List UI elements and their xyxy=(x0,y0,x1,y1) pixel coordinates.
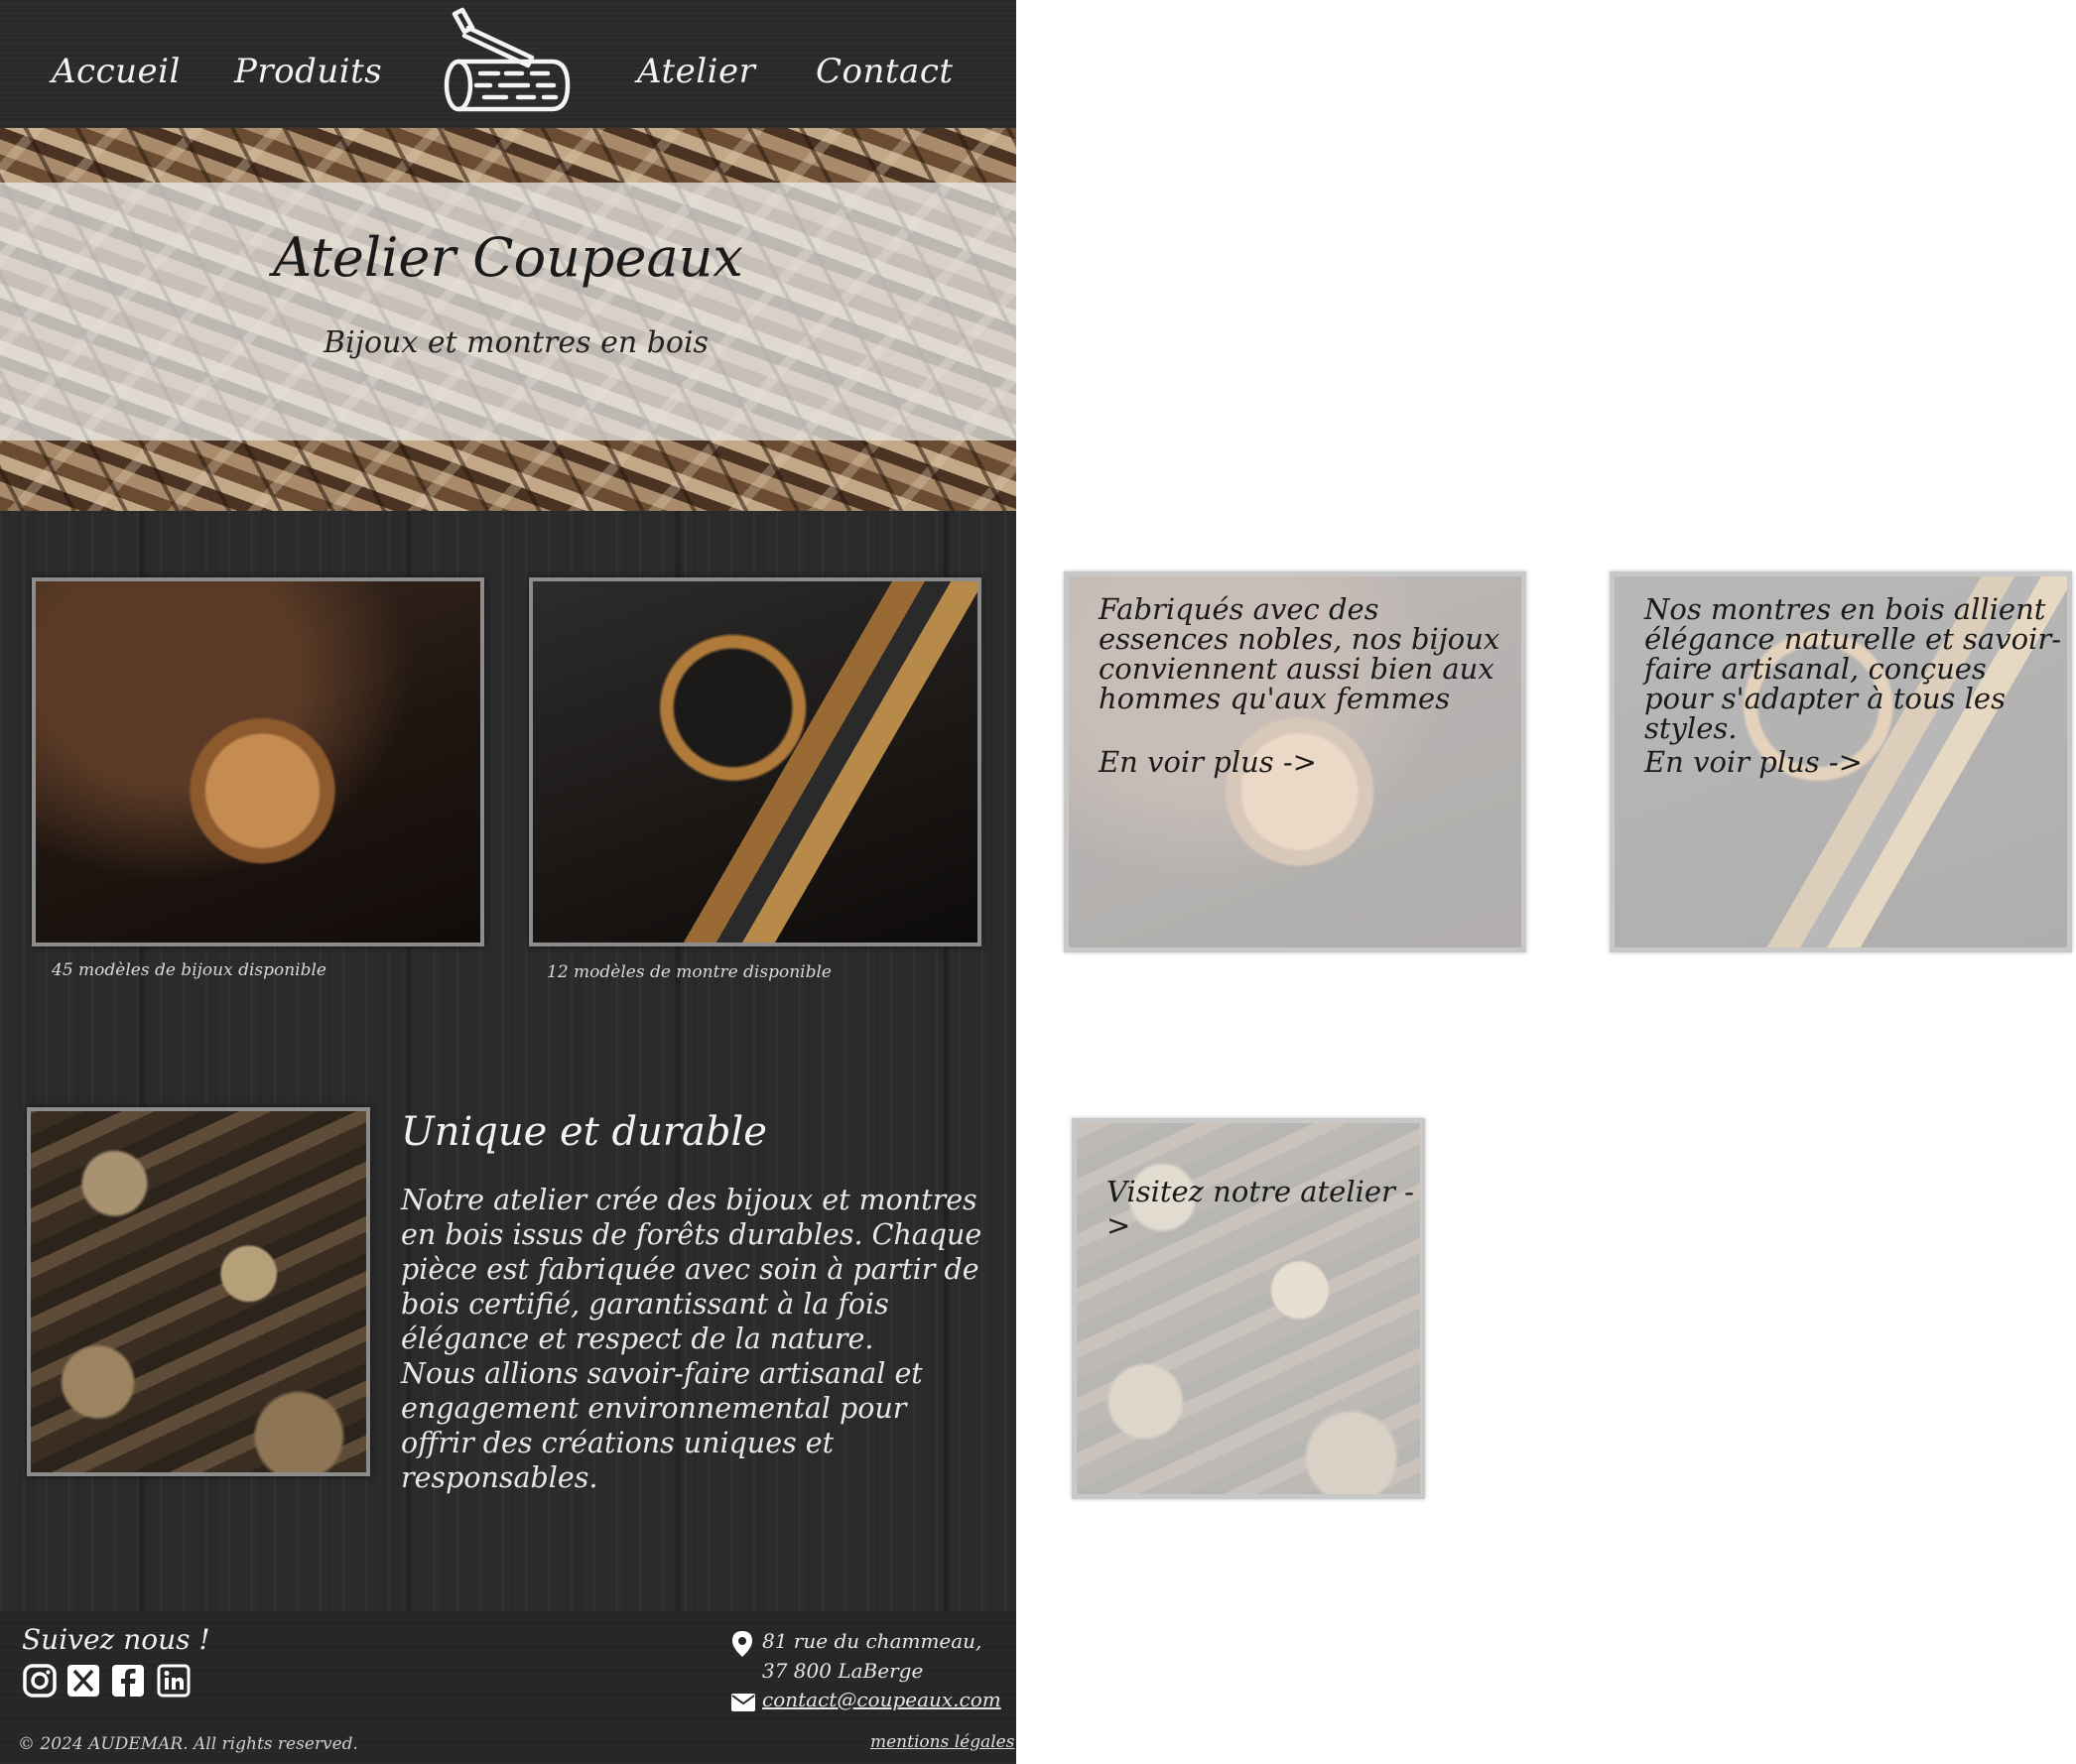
facebook-icon[interactable] xyxy=(111,1664,145,1698)
watch-count-caption: 12 modèles de montre disponible xyxy=(547,962,832,982)
section-paragraph-2: Nous allions savoir-faire artisanal et e… xyxy=(401,1357,923,1494)
follow-us-label: Suivez nous ! xyxy=(22,1623,210,1656)
address-line-2: 37 800 LaBerge xyxy=(762,1659,924,1683)
section-title: Unique et durable xyxy=(401,1109,767,1155)
jewelry-card-text: Fabriqués avec des essences nobles, nos … xyxy=(1099,592,1500,715)
visit-workshop-link[interactable]: Visitez notre atelier -> xyxy=(1106,1175,1420,1242)
location-pin-icon xyxy=(732,1631,752,1657)
jewelry-see-more-link[interactable]: En voir plus -> xyxy=(1099,745,1317,779)
watch-card-text: Nos montres en bois allient élégance nat… xyxy=(1644,592,2061,745)
x-icon[interactable] xyxy=(66,1664,100,1698)
nav-link-produits[interactable]: Produits xyxy=(234,52,382,91)
jewelry-count-caption: 45 modèles de bijoux disponible xyxy=(52,960,326,980)
jewelry-hover-card[interactable]: Fabriqués avec des essences nobles, nos … xyxy=(1064,571,1526,952)
section-paragraph-1: Notre atelier crée des bijoux et montres… xyxy=(401,1184,982,1355)
watch-photo[interactable] xyxy=(529,577,981,946)
section-body: Notre atelier crée des bijoux et montres… xyxy=(401,1183,986,1495)
nav-link-atelier[interactable]: Atelier xyxy=(637,52,755,91)
workshop-hover-card[interactable]: Visitez notre atelier -> xyxy=(1072,1118,1425,1499)
email-icon xyxy=(731,1694,755,1711)
hero-title: Atelier Coupeaux xyxy=(273,226,743,289)
watch-hover-card[interactable]: Nos montres en bois allient élégance nat… xyxy=(1610,571,2072,952)
address-line-1: 81 rue du chammeau, xyxy=(762,1629,982,1653)
nav-link-accueil[interactable]: Accueil xyxy=(52,52,181,91)
hero-overlay xyxy=(0,183,1016,441)
site-page: Accueil Produits Atelier Contact Atelier… xyxy=(0,0,1016,1764)
hero-subtitle: Bijoux et montres en bois xyxy=(324,325,709,360)
log-with-saw-icon[interactable] xyxy=(437,6,578,115)
copyright-text: © 2024 AUDEMAR. All rights reserved. xyxy=(18,1734,358,1754)
nav-link-contact[interactable]: Contact xyxy=(816,52,954,91)
linkedin-icon[interactable] xyxy=(157,1664,191,1698)
email-link[interactable]: contact@coupeaux.com xyxy=(762,1688,1001,1711)
pendant-photo[interactable] xyxy=(32,577,484,946)
instagram-icon[interactable] xyxy=(23,1664,57,1698)
legal-notice-link[interactable]: mentions légales xyxy=(870,1732,1014,1752)
logs-photo[interactable] xyxy=(27,1107,370,1476)
header: Accueil Produits Atelier Contact xyxy=(0,0,1016,128)
watch-see-more-link[interactable]: En voir plus -> xyxy=(1644,745,1863,779)
